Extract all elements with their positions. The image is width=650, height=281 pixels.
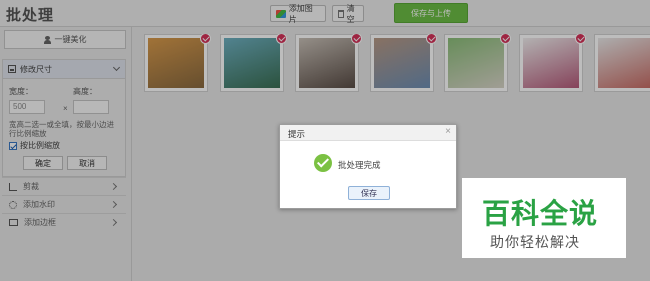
dialog-title: 提示 — [288, 129, 306, 139]
watermark-subtitle: 助你轻松解决 — [490, 235, 580, 251]
dialog-header: 提示 × — [280, 125, 456, 141]
prompt-dialog: 提示 × 批处理完成 保存 — [279, 124, 457, 209]
watermark-title: 百科全说 — [482, 197, 599, 230]
success-check-icon — [314, 154, 332, 172]
close-icon[interactable]: × — [445, 126, 451, 137]
dialog-message: 批处理完成 — [338, 160, 381, 170]
watermark-logo: 百科全说 助你轻松解决 — [462, 178, 626, 258]
dialog-save-button[interactable]: 保存 — [348, 186, 390, 200]
